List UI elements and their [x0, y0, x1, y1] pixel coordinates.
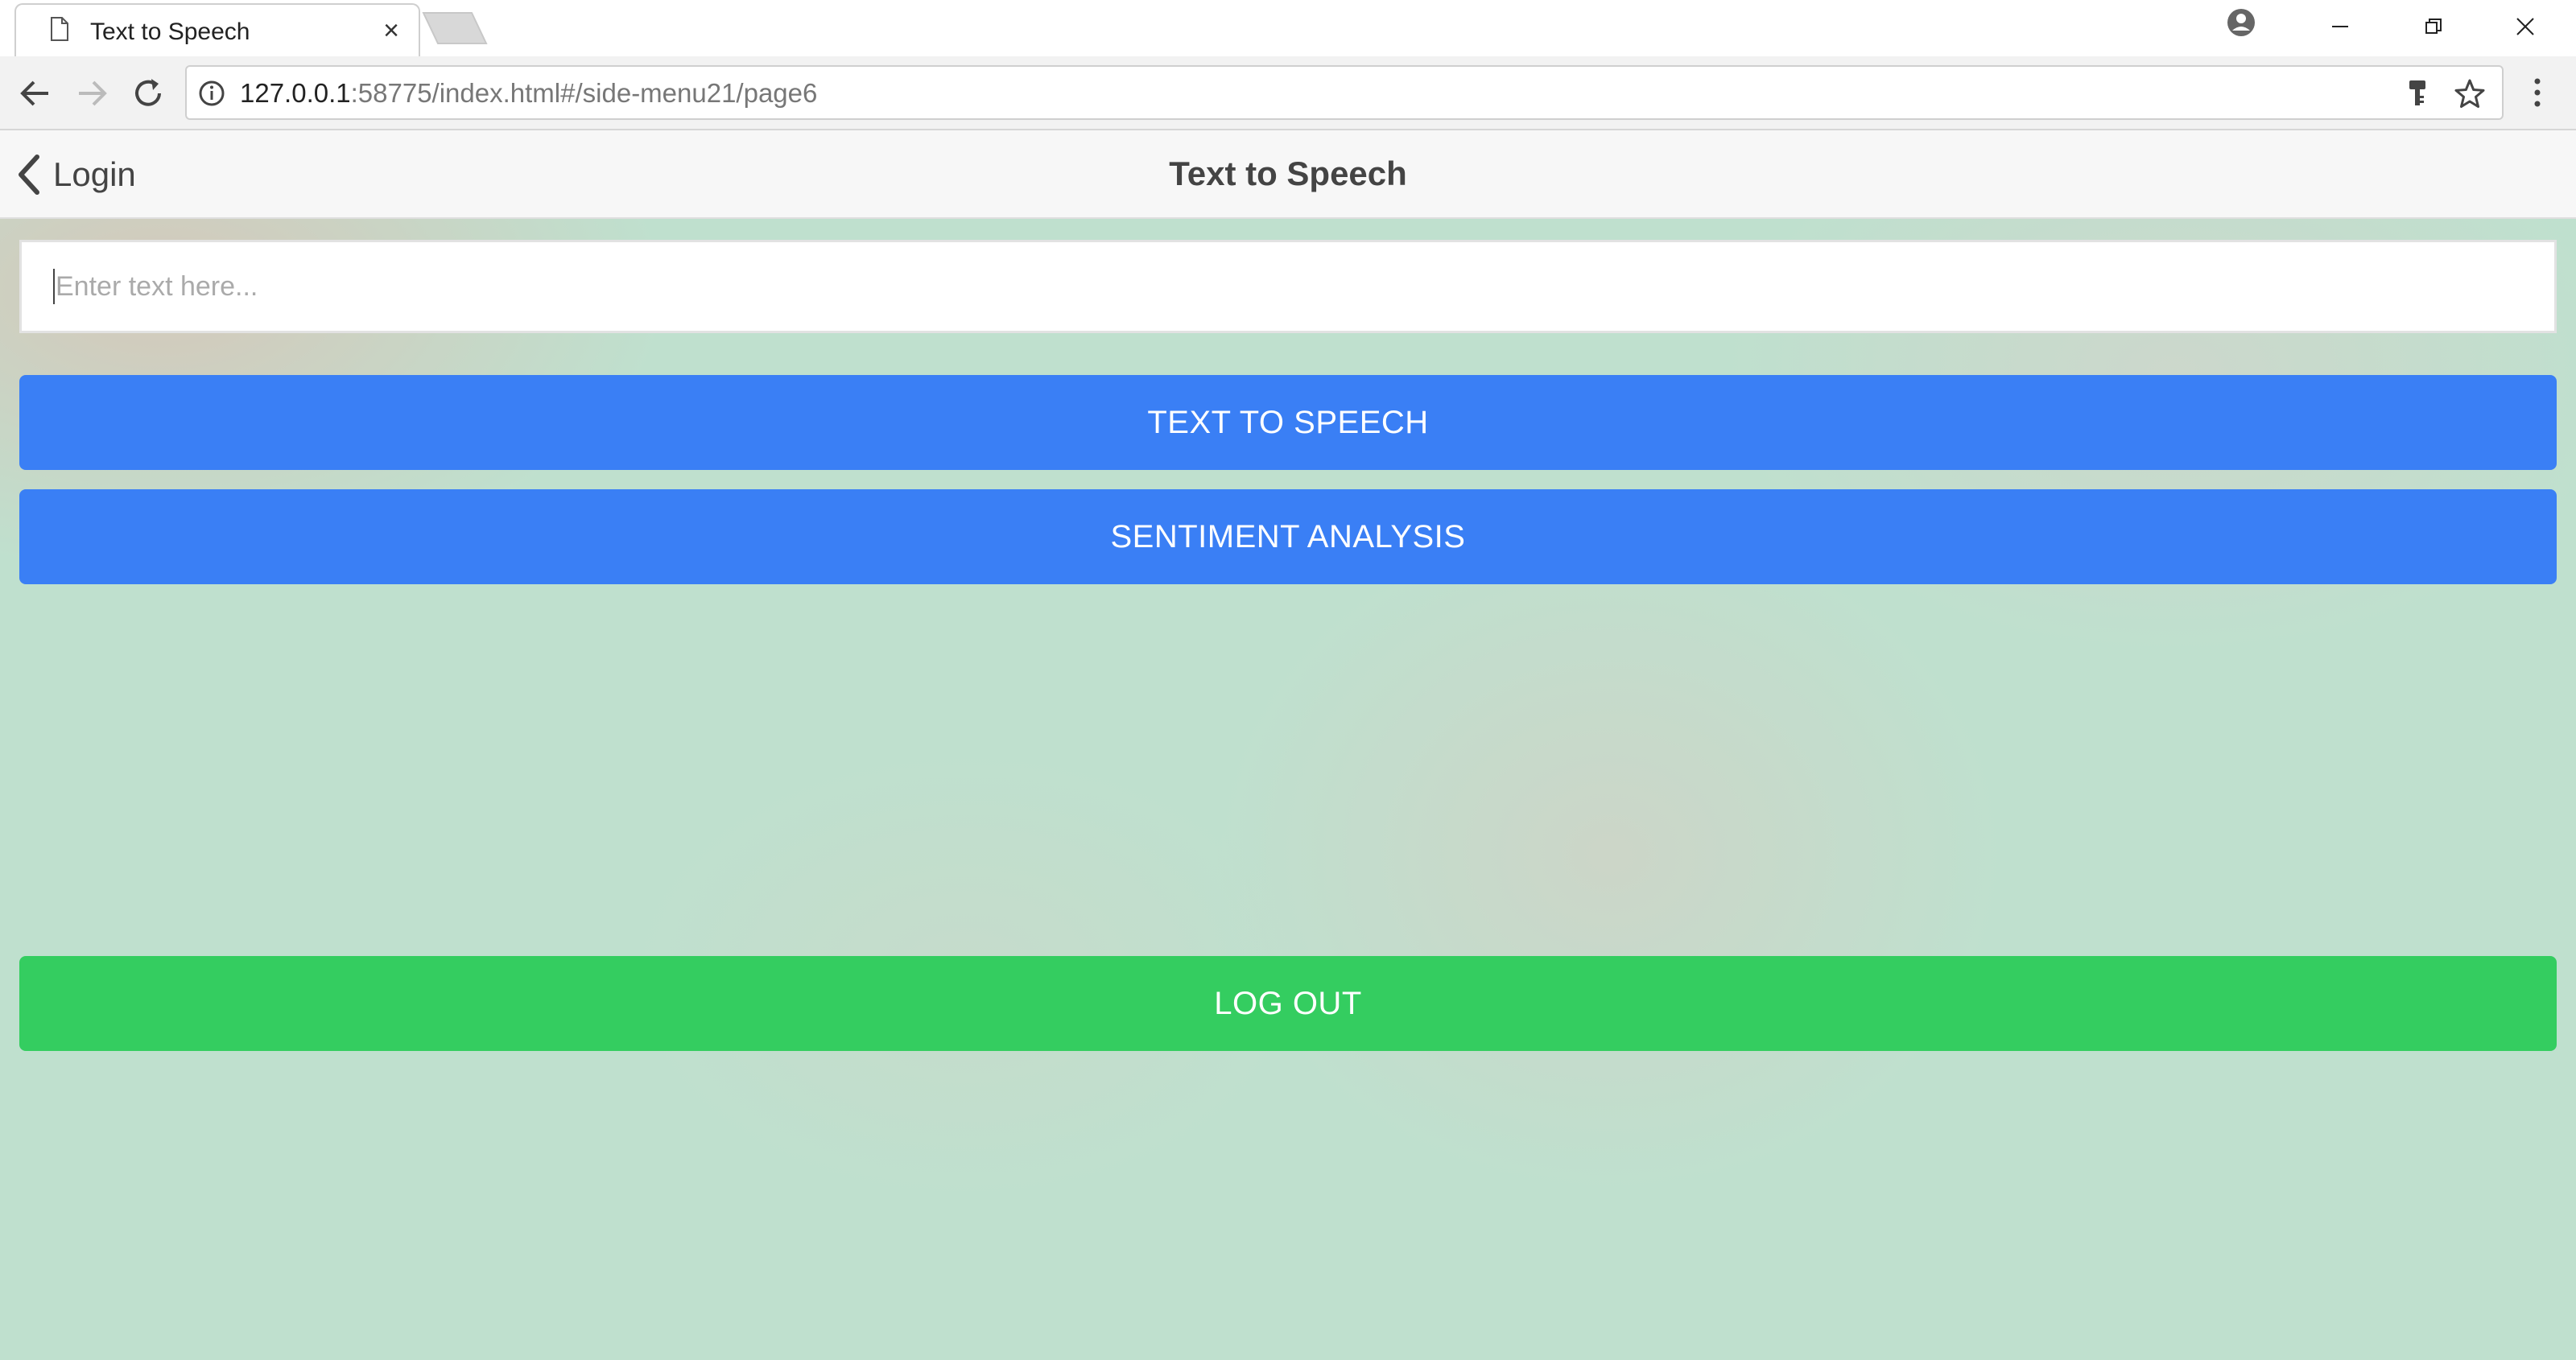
app-content: Login Text to Speech TEXT TO SPEECH SENT…: [0, 130, 2576, 1360]
browser-menu-icon[interactable]: [2528, 72, 2547, 113]
text-cursor: [53, 269, 55, 304]
url-path: :58775/index.html#/side-menu21/page6: [350, 78, 818, 108]
restore-icon[interactable]: [2389, 0, 2478, 53]
close-tab-icon[interactable]: ×: [377, 16, 406, 45]
info-icon[interactable]: [198, 80, 225, 107]
minimize-icon[interactable]: [2296, 0, 2384, 53]
reload-icon[interactable]: [129, 74, 167, 113]
browser-toolbar: 127.0.0.1:58775/index.html#/side-menu21/…: [0, 56, 2576, 130]
new-tab-button[interactable]: [422, 11, 488, 45]
url-host: 127.0.0.1: [240, 78, 351, 108]
browser-tab[interactable]: Text to Speech ×: [14, 3, 420, 56]
profile-icon[interactable]: [2225, 6, 2257, 39]
browser-tab-strip: Text to Speech ×: [0, 0, 2576, 56]
sentiment-analysis-button[interactable]: SENTIMENT ANALYSIS: [19, 489, 2557, 584]
back-arrow-icon[interactable]: [16, 74, 55, 113]
key-icon[interactable]: [2405, 78, 2429, 110]
log-out-button[interactable]: LOG OUT: [19, 956, 2557, 1051]
address-bar[interactable]: 127.0.0.1:58775/index.html#/side-menu21/…: [185, 65, 2504, 120]
forward-arrow-icon[interactable]: [72, 74, 111, 113]
text-input[interactable]: [19, 240, 2557, 333]
close-window-icon[interactable]: [2481, 0, 2570, 53]
text-to-speech-button[interactable]: TEXT TO SPEECH: [19, 375, 2557, 470]
page-title: Text to Speech: [1169, 155, 1407, 192]
tab-title: Text to Speech: [90, 19, 250, 45]
bookmark-star-icon[interactable]: [2454, 78, 2486, 110]
page-icon: [51, 17, 68, 41]
url-text: 127.0.0.1:58775/index.html#/side-menu21/…: [240, 78, 817, 109]
app-header: Login Text to Speech: [0, 130, 2576, 219]
